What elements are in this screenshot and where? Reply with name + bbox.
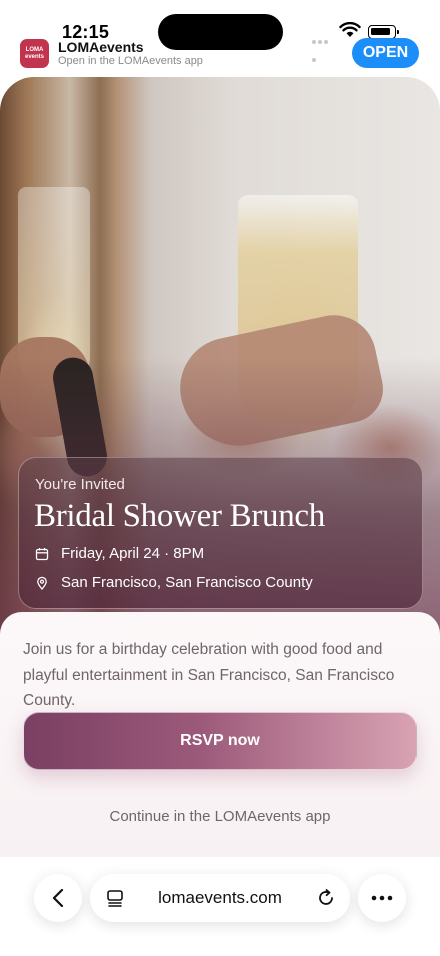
browser-toolbar: lomaevents.com <box>0 857 440 956</box>
ellipsis-icon <box>371 895 393 901</box>
rsvp-button[interactable]: RSVP now <box>23 712 417 770</box>
status-bar: 12:15 <box>0 0 440 62</box>
event-location: San Francisco, San Francisco County <box>61 574 313 591</box>
app-name: LOMAevents <box>58 39 144 55</box>
invite-card: You're Invited Bridal Shower Brunch Frid… <box>18 457 423 609</box>
address-bar[interactable]: lomaevents.com <box>90 874 350 922</box>
event-title: Bridal Shower Brunch <box>34 498 325 534</box>
app-subtitle: Open in the LOMAevents app <box>58 55 203 67</box>
open-app-button[interactable]: OPEN <box>352 38 419 68</box>
event-date-row: Friday, April 24 · 8PM <box>35 545 204 562</box>
continue-in-app-link[interactable]: Continue in the LOMAevents app <box>0 808 440 825</box>
url-text[interactable]: lomaevents.com <box>90 874 350 922</box>
battery-icon <box>368 25 399 39</box>
content-sheet: Join us for a birthday celebration with … <box>0 612 440 857</box>
app-icon[interactable]: LOMA events <box>20 39 49 68</box>
event-description: Join us for a birthday celebration with … <box>23 641 395 709</box>
back-button[interactable] <box>34 874 82 922</box>
location-pin-icon <box>37 576 47 590</box>
dynamic-island <box>158 14 283 50</box>
cellular-signal-icon <box>312 31 334 62</box>
reload-icon[interactable] <box>316 888 336 908</box>
calendar-icon <box>35 547 49 560</box>
event-date: Friday, April 24 · 8PM <box>61 545 205 562</box>
more-options-button[interactable] <box>358 874 406 922</box>
chevron-left-icon <box>52 888 64 908</box>
wifi-icon <box>339 22 361 37</box>
event-location-row: San Francisco, San Francisco County <box>35 574 313 591</box>
invited-label: You're Invited <box>35 476 125 493</box>
